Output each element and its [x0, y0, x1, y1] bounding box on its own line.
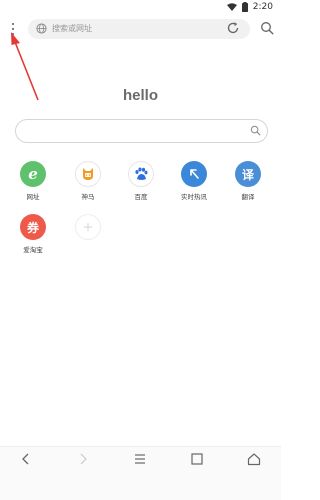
hamburger-icon[interactable] [132, 451, 148, 467]
shortcut-translate[interactable]: 译 翻译 [228, 161, 268, 201]
search-input[interactable] [15, 119, 268, 143]
search-icon[interactable] [260, 21, 274, 35]
shortcut-label: 网址 [26, 193, 40, 201]
translate-icon: 译 [235, 161, 261, 187]
bottom-nav-bar [0, 446, 281, 471]
globe-icon [36, 23, 47, 34]
shenma-horse-icon [75, 161, 101, 187]
system-bar [0, 470, 281, 500]
trend-arrow-icon [181, 161, 207, 187]
battery-icon [241, 2, 248, 12]
search-icon[interactable] [250, 125, 261, 136]
shortcut-label: 百度 [134, 193, 148, 201]
add-icon [75, 214, 101, 240]
forward-arrow-icon[interactable] [75, 451, 91, 467]
shortcut-label: 翻译 [241, 193, 255, 201]
shortcut-urls[interactable]: e 网址 [13, 161, 53, 201]
status-indicators: 2:20 [226, 2, 273, 12]
status-bar: 2:20 [0, 0, 281, 14]
browser-e-icon: e [20, 161, 46, 187]
shortcut-label: 实时热讯 [181, 193, 207, 201]
more-vertical-icon[interactable] [8, 20, 18, 38]
back-arrow-icon[interactable] [18, 451, 34, 467]
shortcut-baidu[interactable]: 百度 [121, 161, 161, 201]
tabs-icon[interactable] [189, 451, 205, 467]
add-shortcut-button[interactable] [68, 214, 108, 240]
refresh-icon[interactable] [226, 21, 240, 35]
status-time: 2:20 [252, 2, 273, 12]
wifi-icon [226, 3, 237, 11]
home-icon[interactable] [246, 451, 262, 467]
shortcut-shenma[interactable]: 神马 [68, 161, 108, 201]
url-placeholder: 搜索或网址 [52, 24, 92, 33]
url-bar[interactable]: 搜索或网址 [28, 19, 250, 39]
shortcut-realtime-news[interactable]: 实时热讯 [174, 161, 214, 201]
shortcut-label: 爱淘宝 [23, 246, 43, 254]
shortcut-label: 神马 [81, 193, 95, 201]
shortcut-aitaobao[interactable]: 券 爱淘宝 [13, 214, 53, 254]
baidu-paw-icon [128, 161, 154, 187]
page-title: hello [122, 87, 158, 104]
top-bar: 搜索或网址 [0, 14, 281, 44]
coupon-icon: 券 [20, 214, 46, 240]
